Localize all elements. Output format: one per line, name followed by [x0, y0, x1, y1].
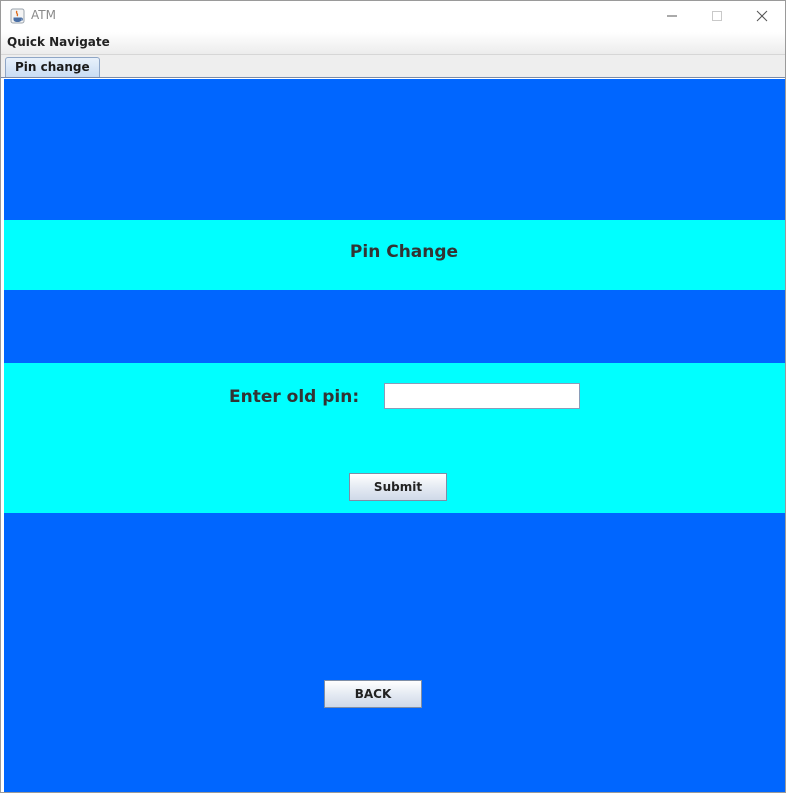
minimize-button[interactable] — [649, 1, 694, 31]
maximize-icon — [711, 11, 722, 21]
heading-band: Pin Change — [4, 220, 785, 290]
java-cup-icon — [10, 8, 25, 24]
atm-window: ATM Quick Navigate Pin change Pin Change — [0, 0, 786, 793]
close-icon — [756, 10, 767, 22]
back-button[interactable]: BACK — [324, 680, 422, 708]
tab-pin-change[interactable]: Pin change — [5, 57, 100, 77]
pin-change-panel: Pin Change Enter old pin: Submit BACK — [4, 79, 785, 792]
page-title: Pin Change — [349, 242, 459, 262]
tab-strip: Pin change — [1, 55, 785, 78]
title-bar[interactable]: ATM — [1, 1, 785, 32]
old-pin-label: Enter old pin: — [229, 387, 360, 407]
submit-button[interactable]: Submit — [349, 473, 447, 501]
pin-form-band: Enter old pin: Submit — [4, 363, 785, 513]
maximize-button[interactable] — [694, 1, 739, 31]
menu-bar: Quick Navigate — [1, 32, 785, 55]
window-title: ATM — [31, 8, 56, 22]
menu-quick-navigate[interactable]: Quick Navigate — [7, 35, 110, 49]
old-pin-input[interactable] — [384, 383, 580, 409]
close-button[interactable] — [739, 1, 784, 31]
minimize-icon — [666, 15, 677, 17]
